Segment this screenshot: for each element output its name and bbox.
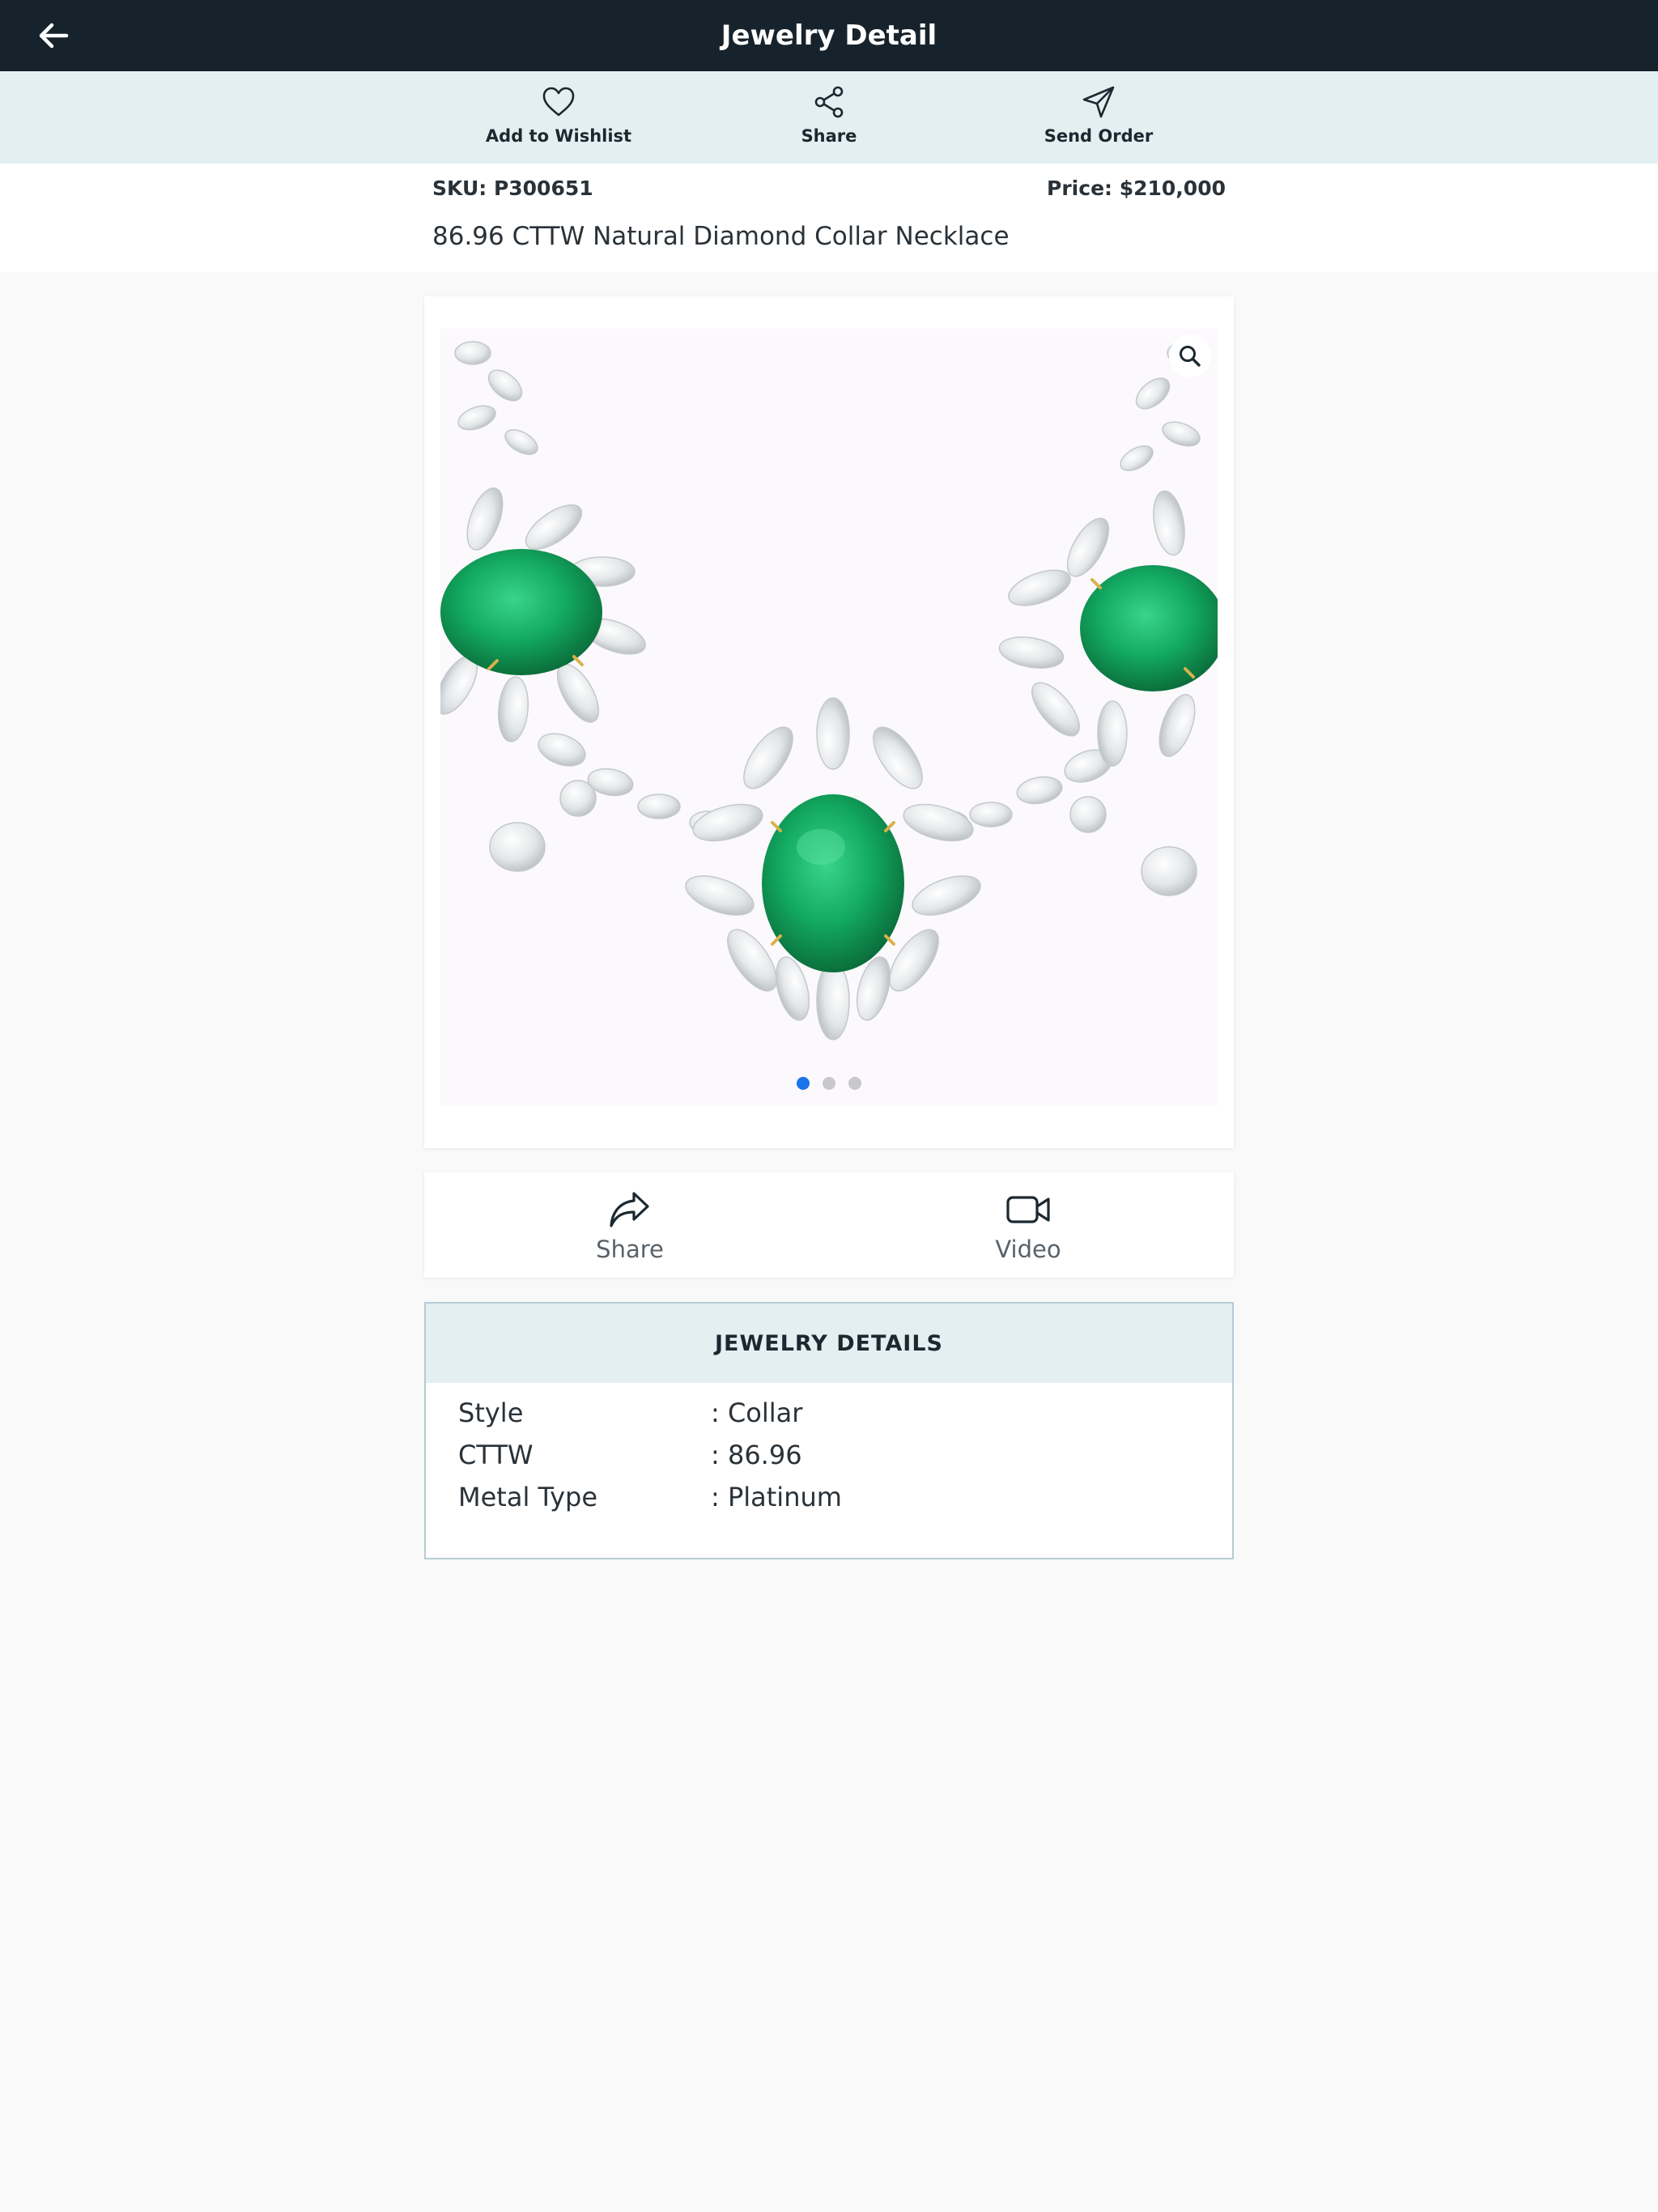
pagination-dot[interactable] (823, 1077, 835, 1090)
send-order-label: Send Order (1044, 126, 1154, 146)
product-name: 86.96 CTTW Natural Diamond Collar Neckla… (432, 222, 1010, 251)
pagination-dots (440, 1077, 1218, 1090)
zoom-button[interactable] (1169, 335, 1211, 377)
add-to-wishlist-button[interactable]: Add to Wishlist (461, 83, 656, 155)
necklace-illustration (440, 329, 1218, 1106)
video-label: Video (995, 1236, 1061, 1263)
magnifier-icon (1180, 346, 1201, 367)
back-button[interactable] (29, 11, 78, 60)
sku-text: SKU: P300651 (432, 177, 593, 200)
arrow-left-icon (39, 23, 69, 49)
price-text: Price: $210,000 (1047, 177, 1226, 200)
jewelry-details-card: JEWELRY DETAILS Style : Collar CTTW : 86… (424, 1302, 1234, 1559)
action-bar: Add to Wishlist Share Send Order (0, 71, 1658, 164)
video-camera-icon (1004, 1189, 1052, 1231)
share-arrow-icon (606, 1189, 654, 1231)
detail-row: Style : Collar (458, 1397, 1187, 1440)
pagination-dot[interactable] (797, 1077, 810, 1090)
share-nodes-icon (810, 83, 848, 121)
send-icon (1079, 83, 1118, 121)
media-actions: Share Video (424, 1172, 1234, 1278)
top-app-bar: Jewelry Detail (0, 0, 1658, 71)
product-image[interactable] (440, 329, 1218, 1106)
share-label: Share (596, 1236, 664, 1263)
detail-value: : Collar (711, 1397, 803, 1428)
details-title: JEWELRY DETAILS (426, 1304, 1232, 1383)
image-gallery (424, 296, 1234, 1148)
share-action-label: Share (801, 126, 857, 146)
send-order-button[interactable]: Send Order (1001, 83, 1196, 155)
detail-key: CTTW (458, 1440, 534, 1470)
share-button[interactable]: Share (508, 1189, 751, 1270)
video-button[interactable]: Video (907, 1189, 1150, 1270)
product-info: SKU: P300651 Price: $210,000 86.96 CTTW … (0, 164, 1658, 272)
page-title: Jewelry Detail (721, 19, 937, 52)
detail-value: : 86.96 (711, 1440, 802, 1470)
detail-row: CTTW : 86.96 (458, 1440, 1187, 1482)
detail-row: Metal Type : Platinum (458, 1482, 1187, 1524)
heart-icon (539, 83, 578, 121)
detail-value: : Platinum (711, 1482, 842, 1512)
pagination-dot[interactable] (848, 1077, 861, 1090)
detail-key: Style (458, 1397, 524, 1428)
share-action-button[interactable]: Share (732, 83, 926, 155)
add-to-wishlist-label: Add to Wishlist (485, 126, 632, 146)
detail-key: Metal Type (458, 1482, 598, 1512)
